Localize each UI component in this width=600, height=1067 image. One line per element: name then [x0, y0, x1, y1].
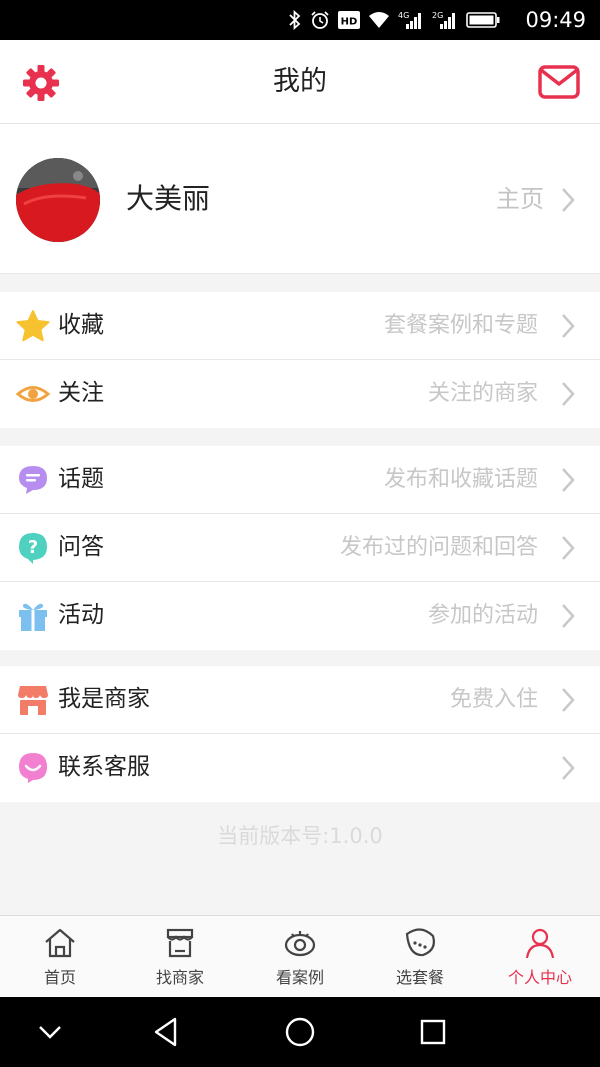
menu-item-hint: 免费入住 [449, 687, 538, 712]
page-title: 我的 [273, 66, 327, 97]
shop-icon [163, 926, 197, 960]
tab-select-package[interactable]: 选套餐 [360, 916, 480, 997]
svg-text:HD: HD [341, 17, 358, 28]
tab-label: 找商家 [155, 968, 204, 987]
bluetooth-icon [288, 10, 302, 30]
signal-4g-icon: 4G [398, 10, 424, 30]
menu-item-hint: 发布过的问题和回答 [339, 535, 538, 560]
menu-item-favorites[interactable]: 收藏 套餐案例和专题 [0, 292, 600, 360]
hd-icon: HD [338, 11, 360, 29]
menu-item-label: 收藏 [58, 312, 104, 338]
tab-find-merchant[interactable]: 找商家 [120, 916, 240, 997]
menu-item-label: 关注 [58, 380, 104, 406]
menu-item-topics[interactable]: 话题 发布和收藏话题 [0, 446, 600, 514]
menu-item-events[interactable]: 活动 参加的活动 [0, 582, 600, 650]
chevron-right-icon [558, 533, 578, 563]
tab-home[interactable]: 首页 [0, 916, 120, 997]
menu-item-qa[interactable]: ? 问答 发布过的问题和回答 [0, 514, 600, 582]
tab-label: 个人中心 [507, 968, 572, 987]
status-time: 09:49 [525, 8, 586, 32]
menu-item-label: 问答 [58, 534, 104, 560]
profile-name: 大美丽 [126, 182, 211, 215]
svg-text:4G: 4G [398, 11, 409, 20]
chevron-right-icon [558, 311, 578, 341]
menu-item-label: 话题 [58, 466, 104, 492]
page-header: 我的 [0, 40, 600, 124]
menu-item-follow[interactable]: 关注 关注的商家 [0, 360, 600, 428]
chevron-right-icon [558, 379, 578, 409]
tab-profile[interactable]: 个人中心 [480, 916, 600, 997]
menu-group-3: 我是商家 免费入住 联系客服 [0, 666, 600, 802]
alarm-icon [310, 10, 330, 30]
menu-item-hint: 关注的商家 [427, 381, 538, 406]
smile-icon [16, 751, 50, 785]
mail-icon[interactable] [538, 65, 580, 99]
chevron-right-icon [558, 685, 578, 715]
menu-item-label: 活动 [58, 602, 104, 628]
signal-2g-icon: 2G [432, 10, 458, 30]
menu-item-merchant[interactable]: 我是商家 免费入住 [0, 666, 600, 734]
version-text: 当前版本号:1.0.0 [217, 824, 383, 848]
back-triangle-icon[interactable] [148, 1014, 184, 1050]
menu-item-label: 我是商家 [58, 686, 150, 712]
eye-icon [15, 377, 51, 411]
home-circle-icon[interactable] [282, 1014, 318, 1050]
store-icon [16, 683, 50, 717]
chevron-right-icon [558, 185, 578, 215]
profile-home-link[interactable]: 主页 [496, 184, 544, 214]
chat-bubble-icon [16, 463, 50, 497]
status-icons: HD 4G 2G [288, 8, 500, 32]
menu-item-customer-service[interactable]: 联系客服 [0, 734, 600, 802]
tab-view-cases[interactable]: 看案例 [240, 916, 360, 997]
svg-text:2G: 2G [432, 11, 443, 20]
recent-square-icon[interactable] [415, 1014, 451, 1050]
menu-group-2: 话题 发布和收藏话题 ? 问答 发布过的问题和回答 活动 参加的活动 [0, 446, 600, 650]
chevron-right-icon [558, 753, 578, 783]
chevron-down-icon[interactable] [32, 1014, 68, 1050]
svg-text:?: ? [28, 537, 38, 558]
tab-label: 首页 [43, 968, 76, 987]
person-icon [523, 926, 557, 960]
home-icon [43, 926, 77, 960]
gift-icon [16, 599, 50, 633]
menu-item-hint: 发布和收藏话题 [383, 467, 538, 492]
system-navigation-bar [0, 997, 600, 1067]
leaf-icon [403, 926, 437, 960]
menu-item-hint: 参加的活动 [427, 603, 538, 628]
wifi-icon [368, 11, 390, 29]
chevron-right-icon [558, 465, 578, 495]
chevron-right-icon [558, 601, 578, 631]
menu-group-1: 收藏 套餐案例和专题 关注 关注的商家 [0, 292, 600, 428]
question-icon: ? [16, 531, 50, 565]
avatar[interactable] [16, 158, 100, 242]
menu-item-label: 联系客服 [58, 754, 150, 780]
tab-label: 看案例 [275, 968, 324, 987]
star-icon [16, 309, 50, 343]
status-bar: HD 4G 2G 09:49 [0, 0, 600, 40]
tab-label: 选套餐 [395, 968, 444, 987]
eye-case-icon [283, 926, 317, 960]
bottom-tab-bar: 首页 找商家 看案例 选套餐 个人中心 [0, 915, 600, 997]
menu-item-hint: 套餐案例和专题 [383, 313, 538, 338]
battery-icon [466, 12, 500, 28]
profile-card[interactable]: 大美丽 主页 [0, 124, 600, 274]
